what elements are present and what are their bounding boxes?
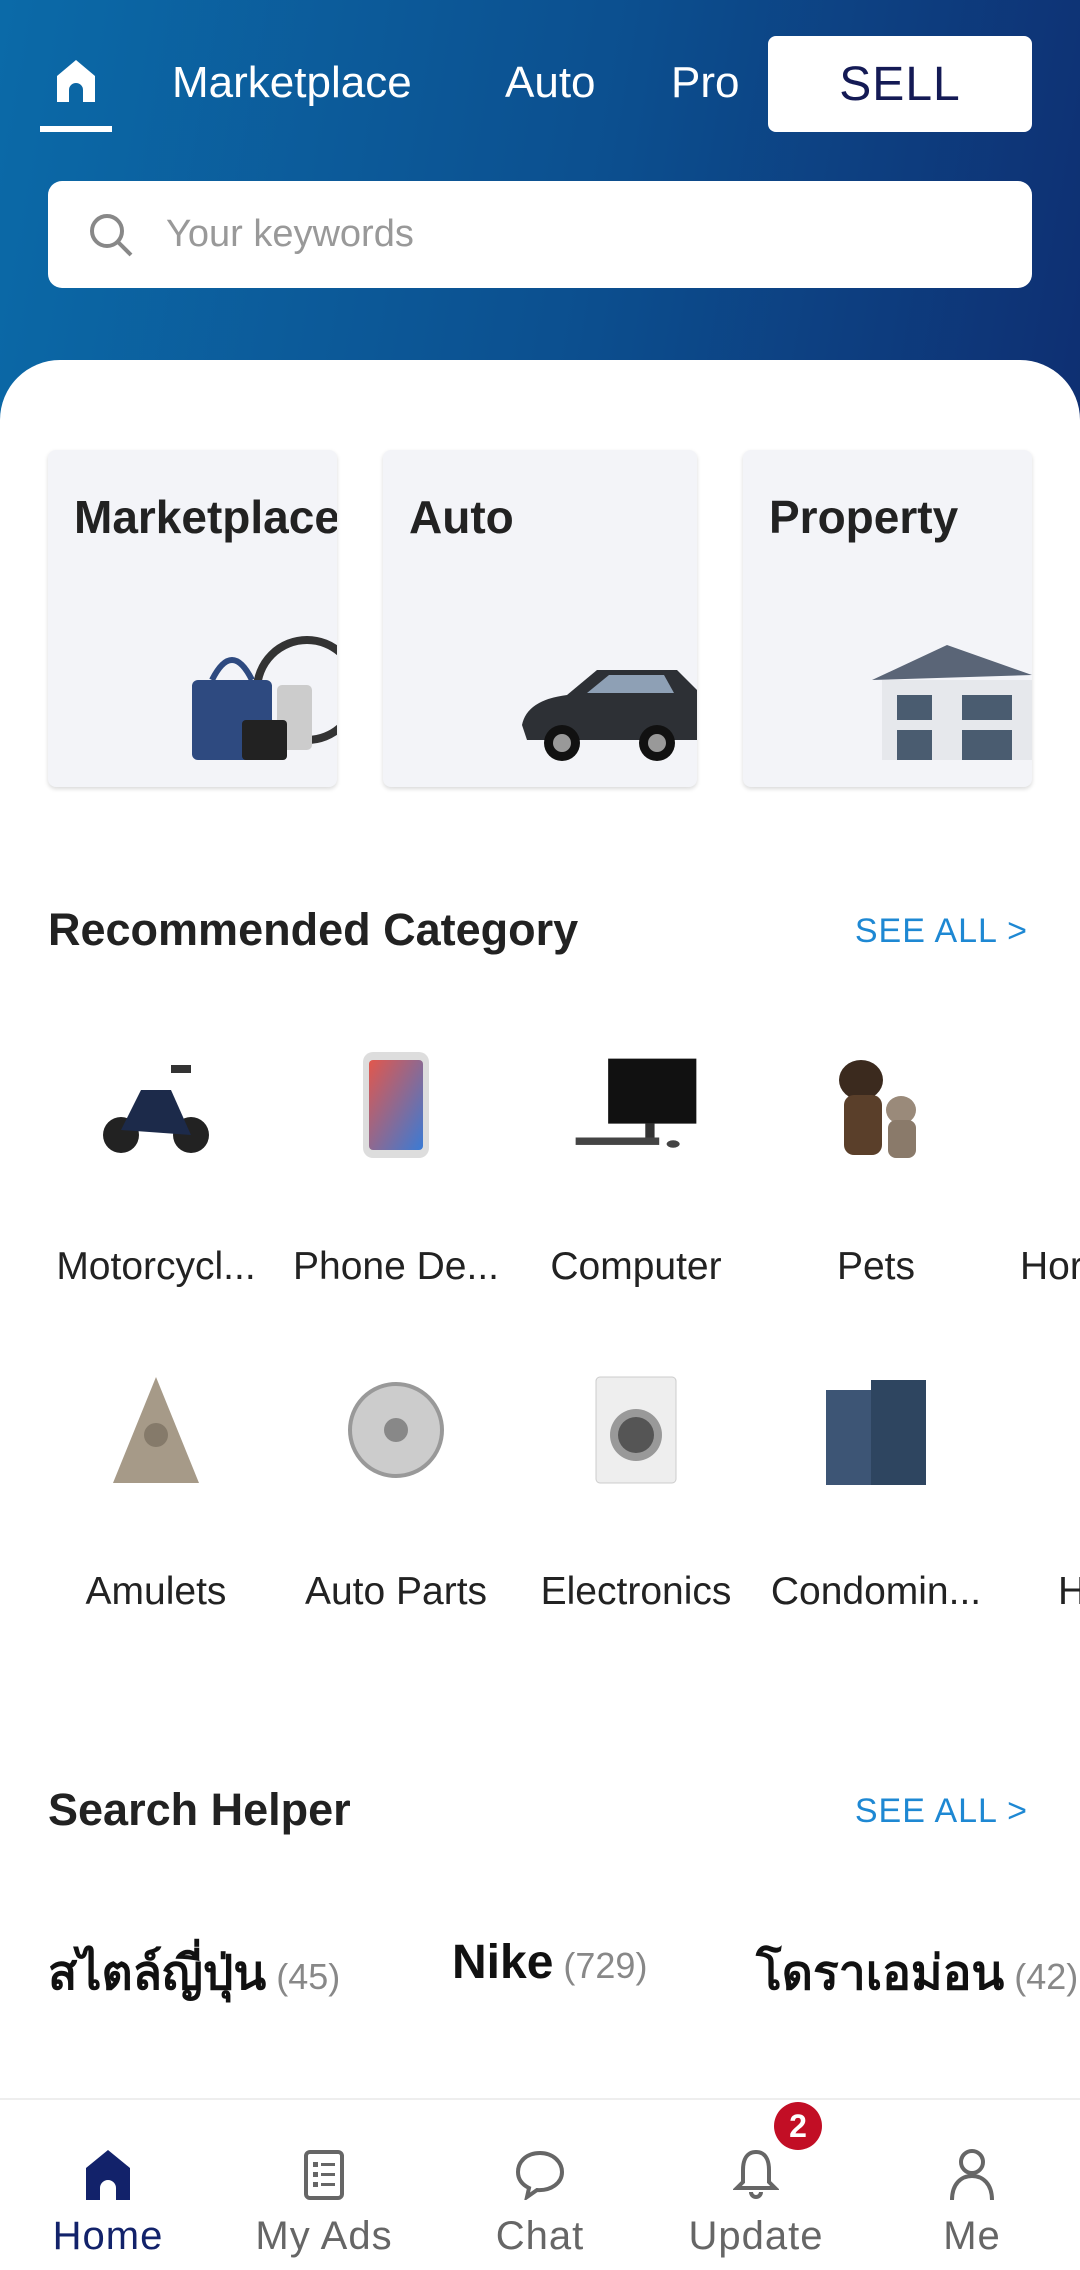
car-image bbox=[522, 670, 697, 761]
house-image bbox=[872, 645, 1032, 760]
sell-button[interactable]: SELL bbox=[768, 36, 1032, 132]
user-icon bbox=[950, 2149, 994, 2200]
card-auto[interactable]: Auto bbox=[383, 450, 697, 787]
search-helper-see-all-link[interactable]: SEE ALL > bbox=[855, 1792, 1028, 1831]
header: Marketplace Auto Pro SELL bbox=[0, 0, 1080, 420]
bottom-nav-my-ads[interactable]: My Ads bbox=[216, 2100, 432, 2270]
bell-icon bbox=[733, 2149, 779, 2199]
plant-icon bbox=[1051, 1040, 1080, 1170]
category-condominium[interactable]: Condomin... bbox=[756, 1365, 996, 1614]
category-house[interactable]: H bbox=[996, 1365, 1080, 1614]
home-icon bbox=[86, 2150, 130, 2200]
search-input[interactable] bbox=[166, 213, 966, 256]
recommended-category-title: Recommended Category bbox=[48, 904, 579, 955]
chat-icon bbox=[515, 2150, 565, 2200]
search-icon bbox=[90, 213, 133, 256]
category-amulets[interactable]: Amulets bbox=[36, 1365, 276, 1614]
washing-machine-icon bbox=[571, 1365, 701, 1495]
card-property[interactable]: Property bbox=[743, 450, 1032, 787]
search-helper-chip[interactable]: โดราเอม่อน (42) bbox=[756, 1935, 1078, 2011]
computer-icon bbox=[571, 1040, 701, 1170]
category-phone[interactable]: Phone De... bbox=[276, 1040, 516, 1289]
bottom-nav-me[interactable]: Me bbox=[864, 2100, 1080, 2270]
wheel-icon bbox=[331, 1365, 461, 1495]
category-home[interactable]: Hor bbox=[996, 1040, 1080, 1289]
home-icon bbox=[57, 60, 95, 102]
phone-icon bbox=[331, 1040, 461, 1170]
search-bar[interactable] bbox=[48, 181, 1032, 288]
list-icon bbox=[304, 2150, 344, 2200]
tab-auto[interactable]: Auto bbox=[505, 58, 596, 108]
amulet-icon bbox=[91, 1365, 221, 1495]
bottom-nav-update[interactable]: 2 Update bbox=[648, 2100, 864, 2270]
active-tab-indicator bbox=[40, 126, 112, 132]
card-title: Property bbox=[769, 491, 959, 543]
card-marketplace[interactable]: Marketplace bbox=[48, 450, 337, 787]
bottom-nav: Home My Ads Chat 2 Update Me bbox=[0, 2098, 1080, 2268]
search-helper-chip[interactable]: Nike (729) bbox=[452, 1935, 647, 1990]
house-icon bbox=[1051, 1365, 1080, 1495]
bottom-nav-home[interactable]: Home bbox=[0, 2100, 216, 2270]
notification-badge: 2 bbox=[774, 2102, 822, 2150]
condo-icon bbox=[811, 1365, 941, 1495]
category-motorcycle[interactable]: Motorcycl... bbox=[36, 1040, 276, 1289]
category-computer[interactable]: Computer bbox=[516, 1040, 756, 1289]
card-title: Marketplace bbox=[74, 491, 337, 543]
recommended-see-all-link[interactable]: SEE ALL > bbox=[855, 912, 1028, 951]
category-pets[interactable]: Pets bbox=[756, 1040, 996, 1289]
pets-icon bbox=[811, 1040, 941, 1170]
marketplace-products-image bbox=[192, 636, 337, 760]
search-helper-title: Search Helper bbox=[48, 1784, 351, 1835]
search-helper-chip[interactable]: สไตล์ญี่ปุ่น (45) bbox=[48, 1935, 340, 2011]
card-title: Auto bbox=[409, 491, 514, 543]
tab-home[interactable] bbox=[40, 50, 112, 132]
category-electronics[interactable]: Electronics bbox=[516, 1365, 756, 1614]
motorcycle-icon bbox=[91, 1040, 221, 1170]
tab-pro[interactable]: Pro bbox=[671, 58, 739, 108]
bottom-nav-chat[interactable]: Chat bbox=[432, 2100, 648, 2270]
tab-marketplace[interactable]: Marketplace bbox=[172, 58, 412, 108]
category-auto-parts[interactable]: Auto Parts bbox=[276, 1365, 516, 1614]
